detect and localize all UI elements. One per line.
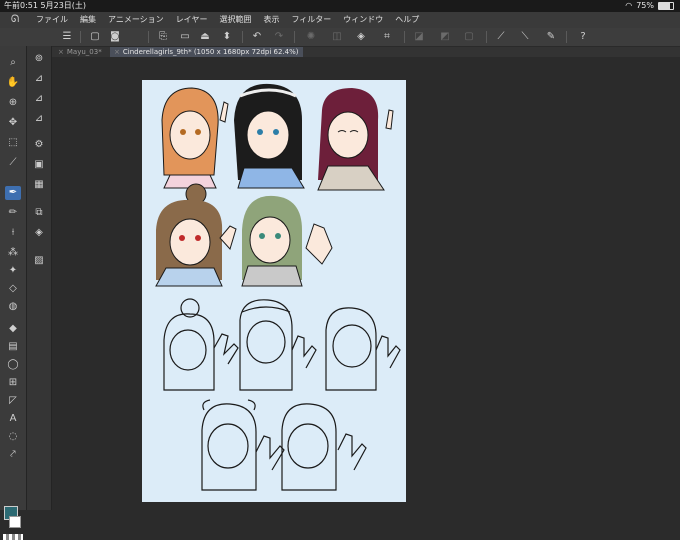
pen-marker-icon[interactable]: ⊿: [31, 112, 47, 126]
fill-icon[interactable]: ◆: [5, 322, 21, 336]
save-icon[interactable]: ⎘: [156, 30, 170, 44]
lineart-row-3: [163, 298, 401, 391]
menu-icon[interactable]: ☰: [60, 30, 74, 44]
divider: [486, 31, 487, 43]
move-icon[interactable]: ✥: [5, 116, 21, 130]
pen-alt-icon[interactable]: ⊿: [31, 92, 47, 106]
battery-icon: [658, 2, 674, 10]
divider: [242, 31, 243, 43]
redo-icon[interactable]: ↷: [272, 30, 286, 44]
brush-stroke-icon[interactable]: ⟍: [518, 30, 532, 44]
clear-icon[interactable]: ◪: [412, 30, 426, 44]
transform-icon[interactable]: ◫: [330, 30, 344, 44]
menu-bar: ᘏ ファイル 編集 アニメーション レイヤー 選択範囲 表示 フィルター ウィン…: [0, 12, 680, 28]
crop-icon[interactable]: ⌗: [380, 30, 394, 44]
ruler-icon[interactable]: ⟋: [494, 30, 508, 44]
transparent-color-swatch[interactable]: [3, 534, 23, 540]
lineart-row-4: [201, 399, 367, 491]
pen-icon[interactable]: ⊿: [31, 72, 47, 86]
brush-icon[interactable]: ⟊: [5, 226, 21, 240]
material-icon[interactable]: ⧉: [31, 206, 47, 220]
deselect-icon[interactable]: ▢: [462, 30, 476, 44]
command-bar: ☰ ▢ ◙ ⎘ ▭ ⏏ ⬍ ↶ ↷ ✺ ◫ ◈ ⌗ ◪ ◩ ▢ ⟋ ⟍ ✎ ?: [0, 28, 680, 47]
pencil-icon[interactable]: ✏: [5, 206, 21, 220]
tool-palette: ⌕ ✋ ⊕ ✥ ⬚ ⟋ ✒ ✏ ⟊ ⁂ ✦ ◇ ◍ ◆ ▤ ◯ ⊞ ◸ A ◌ …: [0, 46, 27, 540]
search-icon[interactable]: ⌕: [5, 56, 21, 70]
layers-icon[interactable]: ▣: [31, 158, 47, 172]
menu-window[interactable]: ウィンドウ: [337, 12, 389, 28]
divider: [566, 31, 567, 43]
sub-tool-palette: ⊚ ⊿ ⊿ ⊿ ⚙ ▣ ▦ ⧉ ◈ ▨: [27, 46, 52, 510]
status-bar: 午前0:51 5月23日(土) ◠ 75%: [0, 0, 680, 12]
menu-edit[interactable]: 編集: [74, 12, 102, 28]
settings-icon[interactable]: ⚙: [31, 138, 47, 152]
folder-icon[interactable]: ▭: [178, 30, 192, 44]
status-right: ◠ 75%: [625, 0, 674, 12]
menu-layer[interactable]: レイヤー: [170, 12, 214, 28]
status-time-date: 午前0:51 5月23日(土): [4, 0, 86, 12]
balloon-icon[interactable]: ◌: [5, 430, 21, 444]
pen-icon[interactable]: ✒: [5, 186, 21, 200]
girl-brown-hair: [155, 183, 237, 287]
stack-icon[interactable]: ◈: [31, 226, 47, 240]
shape-icon[interactable]: ◯: [5, 358, 21, 372]
close-icon[interactable]: ×: [114, 48, 120, 56]
navigator-icon[interactable]: ▦: [31, 178, 47, 192]
divider: [80, 31, 81, 43]
frame-icon[interactable]: ⊞: [5, 376, 21, 390]
wifi-icon: ◠: [625, 1, 633, 10]
airbrush-icon[interactable]: ⁂: [5, 246, 21, 260]
select-icon[interactable]: ⬚: [5, 136, 21, 150]
new-icon[interactable]: ▢: [88, 30, 102, 44]
pen-icon[interactable]: ✎: [544, 30, 558, 44]
girl-orange-hair: [161, 87, 229, 189]
eyedropper-icon[interactable]: ⟋: [5, 156, 21, 170]
search-icon[interactable]: ⊚: [31, 52, 47, 66]
gradient-icon[interactable]: ▤: [5, 340, 21, 354]
eraser-icon[interactable]: ◇: [5, 282, 21, 296]
ruler-icon[interactable]: ◸: [5, 394, 21, 408]
app-logo-icon[interactable]: ᘏ: [0, 12, 30, 28]
export-icon[interactable]: ⏏: [198, 30, 212, 44]
sub-color-swatch[interactable]: [9, 516, 21, 528]
divider: [148, 31, 149, 43]
blend-icon[interactable]: ◍: [5, 300, 21, 314]
girl-purple-hair: [317, 88, 394, 191]
artwork-illustration: [155, 83, 401, 491]
status-time: 午前0:51: [4, 1, 38, 10]
menu-animation[interactable]: アニメーション: [102, 12, 170, 28]
menu-view[interactable]: 表示: [257, 12, 285, 28]
menu-selection[interactable]: 選択範囲: [213, 12, 257, 28]
tab-label: Cinderellagirls_9th* (1050 x 1680px 72dp…: [122, 48, 299, 56]
hand-icon[interactable]: ✋: [5, 76, 21, 90]
divider: [404, 31, 405, 43]
girl-black-hair: [234, 83, 305, 189]
help-icon[interactable]: ?: [576, 30, 590, 44]
menu-file[interactable]: ファイル: [30, 12, 74, 28]
invert-icon[interactable]: ◩: [438, 30, 452, 44]
menu-filter[interactable]: フィルター: [285, 12, 337, 28]
correct-line-icon[interactable]: ⤤: [5, 448, 21, 462]
undo-icon[interactable]: ↶: [250, 30, 264, 44]
battery-percent: 75%: [636, 1, 654, 10]
decoration-icon[interactable]: ✦: [5, 264, 21, 278]
image-icon[interactable]: ▨: [31, 254, 47, 268]
divider: [294, 31, 295, 43]
tab-cinderellagirls[interactable]: × Cinderellagirls_9th* (1050 x 1680px 72d…: [110, 47, 303, 57]
status-date: 5月23日(土): [40, 1, 87, 10]
tab-label: Mayu_03*: [66, 48, 102, 56]
text-icon[interactable]: A: [5, 412, 21, 426]
open-icon[interactable]: ◙: [108, 30, 122, 44]
fill-icon[interactable]: ◈: [354, 30, 368, 44]
girl-green-hair: [241, 195, 333, 287]
close-icon[interactable]: ×: [58, 48, 64, 56]
loading-icon[interactable]: ✺: [304, 30, 318, 44]
menu-help[interactable]: ヘルプ: [389, 12, 425, 28]
zoom-icon[interactable]: ⊕: [5, 96, 21, 110]
document-tabs: × Mayu_03* × Cinderellagirls_9th* (1050 x …: [52, 47, 680, 57]
share-icon[interactable]: ⬍: [220, 30, 234, 44]
canvas-paper[interactable]: [142, 80, 406, 502]
tab-mayu[interactable]: × Mayu_03*: [54, 47, 106, 57]
